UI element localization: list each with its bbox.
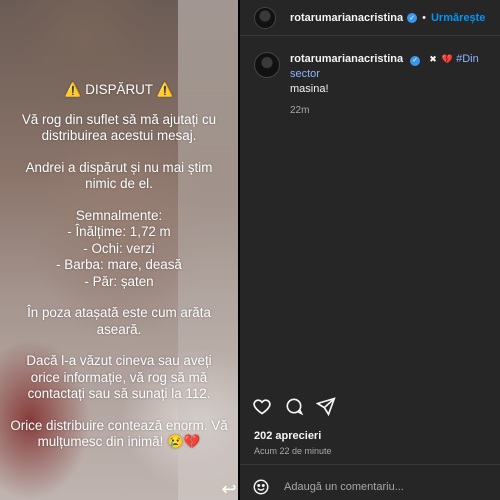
cross-emoji-icon: ✖ bbox=[429, 54, 437, 64]
verified-badge-icon: ✓ bbox=[410, 55, 421, 66]
comment-username[interactable]: rotarumarianacristina bbox=[290, 53, 403, 65]
instagram-post-view: ⚠️ DISPĂRUT ⚠️ Vă rog din suflet să mă a… bbox=[0, 0, 500, 500]
like-count[interactable]: 202 aprecieri bbox=[254, 430, 321, 442]
share-arrow-icon[interactable]: ↩ bbox=[218, 478, 238, 500]
missing-person-message: ⚠️ DISPĂRUT ⚠️ Vă rog din suflet să mă a… bbox=[10, 82, 228, 466]
divider bbox=[240, 464, 500, 465]
signs-list: Semnalmente: - Înălțime: 1,72 m - Ochi: … bbox=[10, 208, 228, 291]
avatar[interactable] bbox=[254, 52, 280, 78]
story-image: ⚠️ DISPĂRUT ⚠️ Vă rog din suflet să mă a… bbox=[0, 0, 238, 500]
comment-line: rotarumarianacristina ✓ ✖ 💔 #Din sector bbox=[290, 52, 500, 82]
story-title: ⚠️ DISPĂRUT ⚠️ bbox=[64, 82, 174, 97]
comment-text: masina! bbox=[290, 83, 329, 95]
signs-title: Semnalmente: bbox=[75, 207, 163, 223]
share-send-icon[interactable] bbox=[316, 396, 336, 416]
separator: • bbox=[422, 11, 426, 24]
sign-item: - Înălțime: 1,72 m bbox=[67, 224, 171, 239]
heart-emoji-icon: 💔 bbox=[441, 54, 454, 64]
sign-item: - Ochi: verzi bbox=[83, 240, 155, 256]
post-actions bbox=[252, 396, 336, 416]
avatar[interactable] bbox=[254, 6, 276, 29]
story-paragraph: Dacă l-a văzut cineva sau aveți orice in… bbox=[26, 353, 212, 401]
story-paragraph: Vă rog din suflet să mă ajutați cu distr… bbox=[21, 111, 217, 144]
emoji-icon[interactable] bbox=[252, 478, 270, 496]
caption-comment: rotarumarianacristina ✓ ✖ 💔 #Din sector … bbox=[254, 52, 500, 118]
header-username[interactable]: rotarumarianacristina bbox=[290, 12, 403, 24]
post-time: Acum 22 de minute bbox=[254, 446, 332, 456]
verified-badge-icon: ✓ bbox=[407, 12, 418, 23]
comment-body: rotarumarianacristina ✓ ✖ 💔 #Din sector … bbox=[290, 52, 500, 118]
sign-item: - Păr: șaten bbox=[84, 273, 154, 289]
story-paragraph: Andrei a dispărut și nu mai știm nimic d… bbox=[25, 159, 213, 192]
post-header: rotarumarianacristina ✓ • Urmărește bbox=[240, 0, 500, 36]
like-heart-icon[interactable] bbox=[252, 396, 272, 416]
comment-bubble-icon[interactable] bbox=[284, 396, 304, 416]
comments-panel: rotarumarianacristina ✓ • Urmărește rota… bbox=[240, 0, 500, 500]
follow-button[interactable]: Urmărește bbox=[431, 12, 485, 24]
sign-item: - Barba: mare, deasă bbox=[56, 257, 182, 272]
comment-input[interactable] bbox=[284, 481, 484, 493]
story-paragraph: În poza atașată este cum arăta aseară. bbox=[27, 305, 211, 337]
comment-composer bbox=[252, 478, 484, 496]
comment-emojis: ✖ 💔 bbox=[427, 53, 456, 65]
story-paragraph: Orice distribuire contează enorm. Vă mul… bbox=[10, 417, 228, 450]
comment-time: 22m bbox=[290, 105, 310, 116]
